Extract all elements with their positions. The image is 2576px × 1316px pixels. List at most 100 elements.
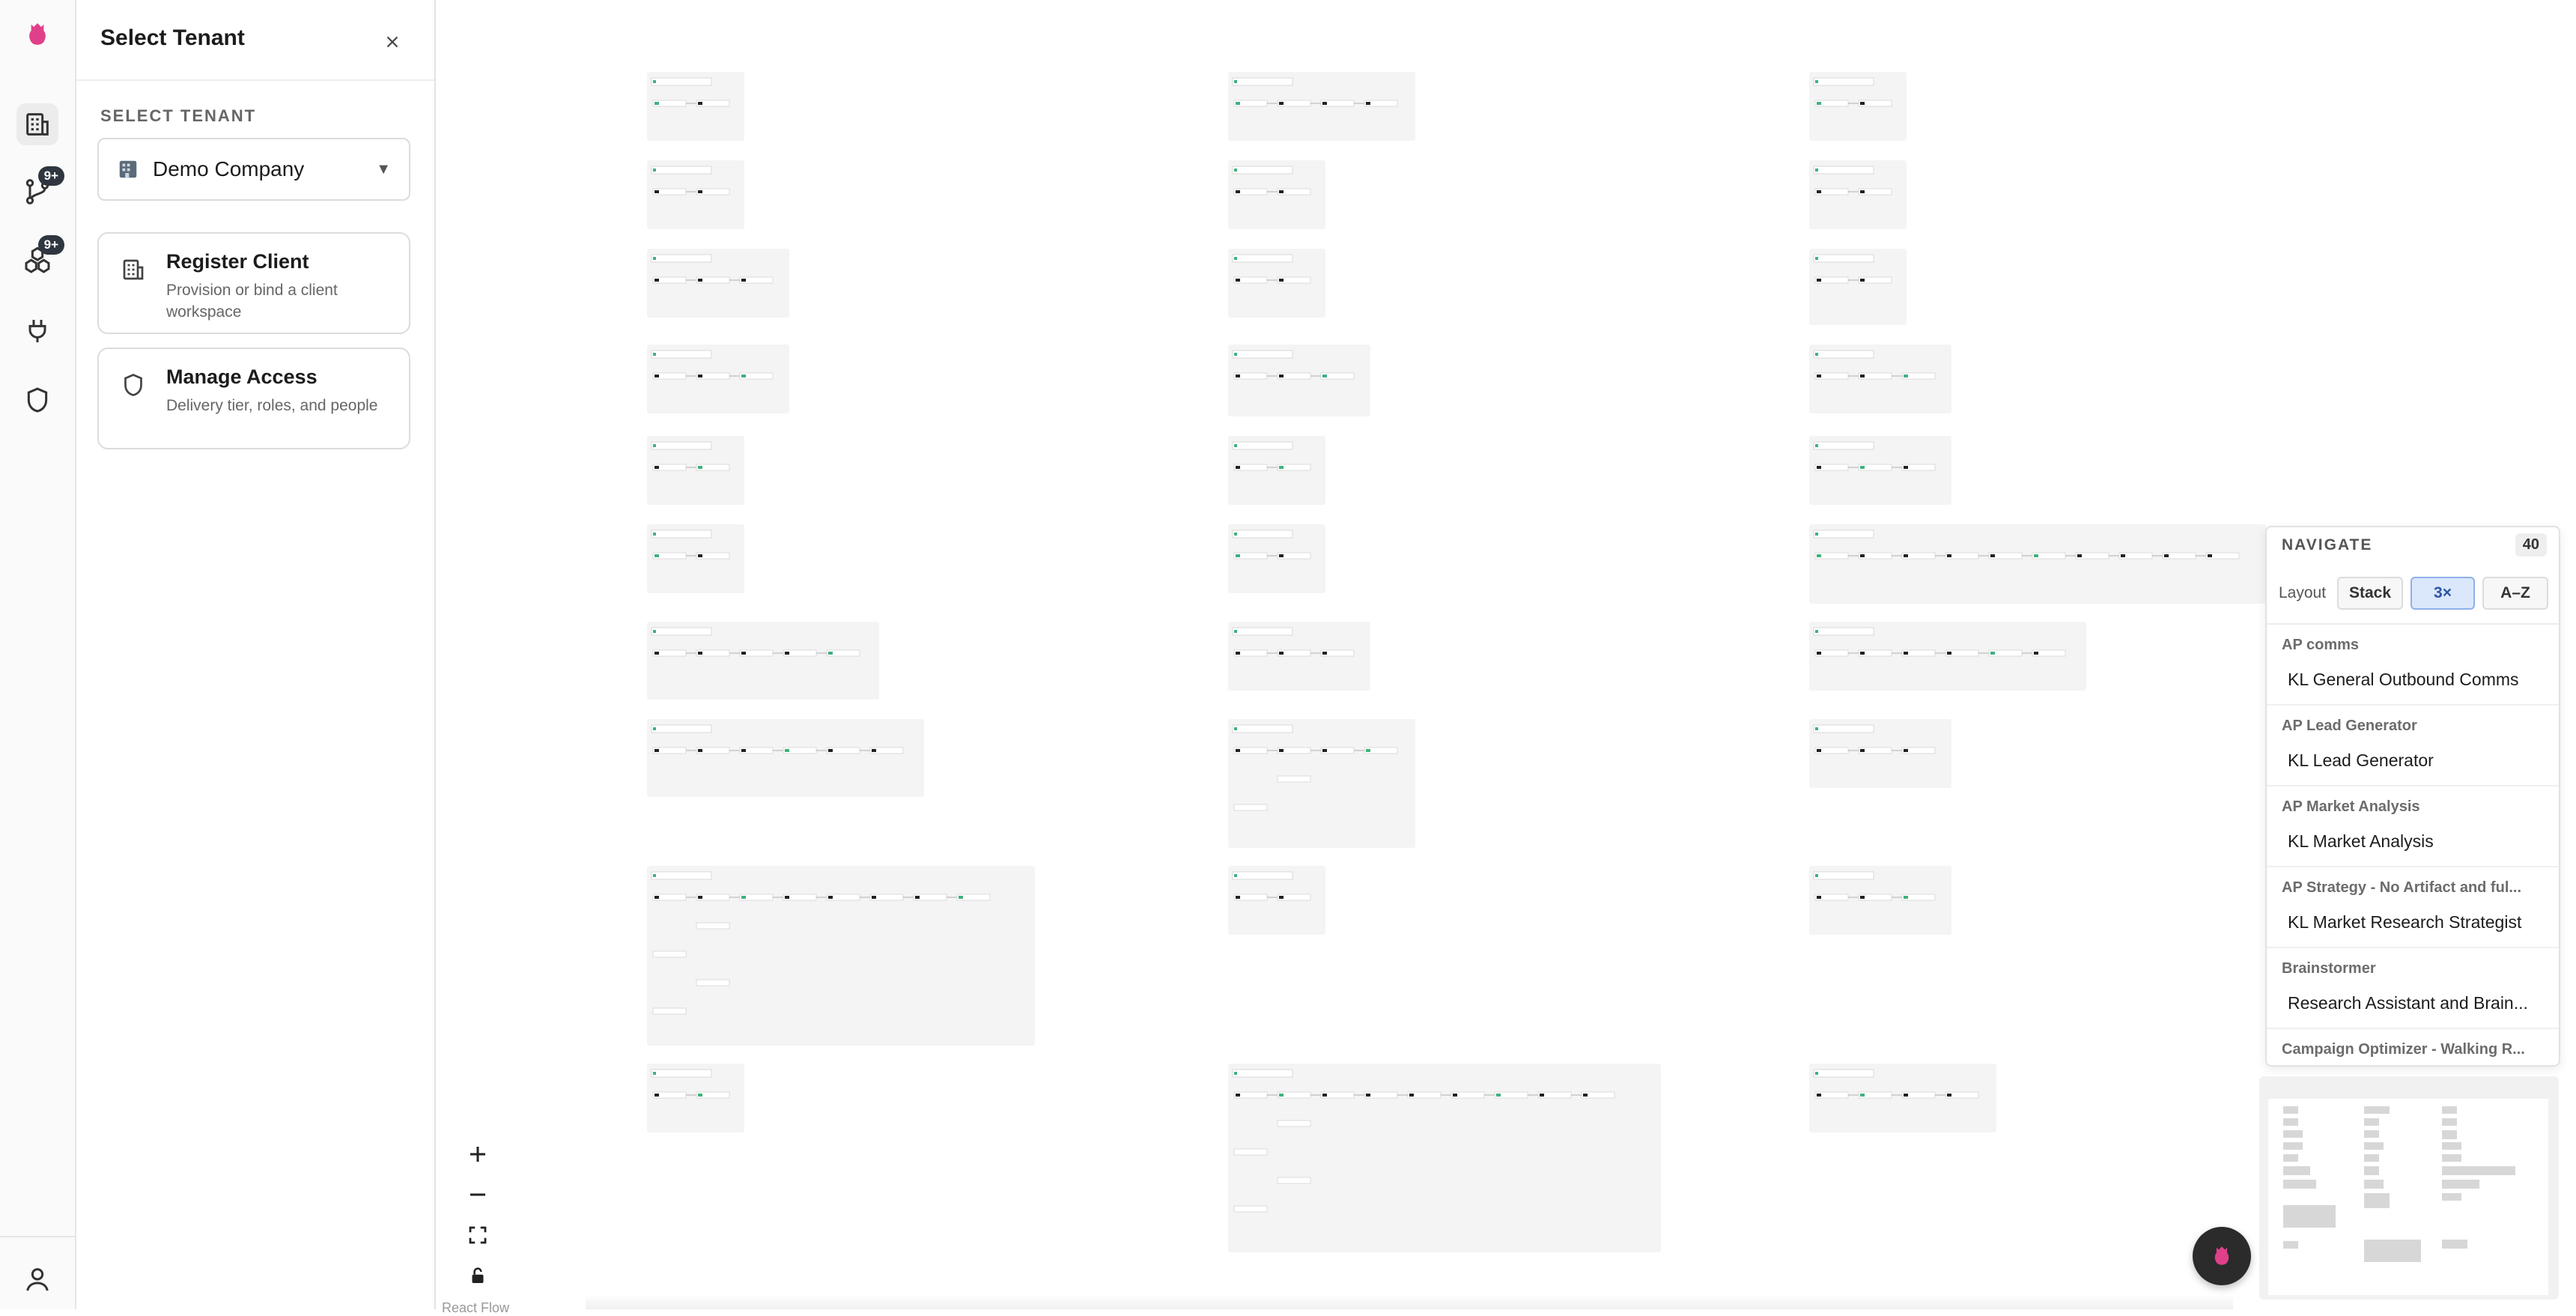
node-accent [1234,727,1237,730]
lock-icon[interactable] [455,1255,500,1296]
workflow-group-node[interactable] [647,72,744,141]
card-title: Register Client [166,250,309,273]
workflow-preview [651,627,860,657]
node-card [1232,1069,1293,1078]
step-chip [698,652,702,655]
node-card [1813,724,1874,733]
step-node [1277,775,1311,783]
workflow-group-node[interactable] [647,524,744,593]
workflow-group-node[interactable] [1228,160,1325,229]
workflow-group-node[interactable] [1228,249,1325,318]
step-chip [1322,749,1327,752]
workflow-group-node[interactable] [647,160,744,229]
step-chip [1860,279,1865,282]
brand-logo-icon[interactable] [16,13,58,55]
node-accent [653,727,656,730]
brand-logo-icon [2214,1246,2229,1265]
fit-view-icon[interactable] [455,1215,500,1255]
close-icon[interactable] [377,27,407,57]
workflow-group-node[interactable] [647,866,1035,1046]
node-card [651,441,712,450]
workflow-group-node[interactable] [1228,436,1325,505]
workflow-group-node[interactable] [647,719,924,797]
manage-access-card[interactable]: Manage Access Delivery tier, roles, and … [97,348,410,449]
workflow-group-node[interactable] [1809,622,2086,691]
workflow-group-node[interactable] [1228,866,1325,935]
workflow-group-node[interactable] [1228,719,1415,848]
navigate-title: NAVIGATE [2282,536,2373,554]
step-chip [654,279,659,282]
layout-stack-button[interactable]: Stack [2337,577,2403,610]
register-client-card[interactable]: Register Client Provision or bind a clie… [97,232,410,334]
step-chip [1817,749,1821,752]
workflow-group-node[interactable] [1809,436,1951,505]
zoom-out-icon[interactable] [455,1174,500,1215]
rail-integrations-button[interactable] [16,310,58,352]
step-node [1277,1120,1311,1127]
rail-security-button[interactable] [16,379,58,421]
workflow-preview [1813,627,2066,657]
node-card [1813,1069,1874,1078]
node-accent [1815,630,1818,633]
layout-3x-button[interactable]: 3× [2411,577,2475,610]
layout-az-button[interactable]: A–Z [2482,577,2548,610]
step-chip [741,279,746,282]
rail-tenants-button[interactable] [16,103,58,145]
workflow-group-node[interactable] [1228,72,1415,141]
notification-badge: 9+ [37,166,64,186]
flow-canvas[interactable] [436,0,2576,1309]
workflow-group-node[interactable] [1809,345,1951,413]
nav-workflow-item[interactable]: KL Lead Generator [2288,751,2542,771]
nav-workflow-item[interactable]: KL General Outbound Comms [2288,670,2542,690]
zoom-in-icon[interactable] [455,1134,500,1174]
workflow-group-node[interactable] [647,436,744,505]
step-chip [1279,375,1284,377]
node-card [1813,627,1874,636]
nav-workflow-item[interactable]: KL Market Analysis [2288,831,2542,852]
react-flow-attribution[interactable]: React Flow [442,1300,509,1316]
step-chip [698,466,702,469]
tenant-panel: Select Tenant SELECT TENANT Demo Company… [76,0,436,1309]
divider [2267,866,2559,867]
workflow-group-node[interactable] [1809,160,1907,229]
workflow-group-node[interactable] [647,345,789,413]
workflow-group-node[interactable] [1228,345,1370,416]
minimap[interactable] [2259,1076,2559,1300]
workflow-group-node[interactable] [1228,1064,1661,1252]
rail-components-button[interactable]: 9+ [16,235,64,282]
workflow-group-node[interactable] [647,622,879,700]
workflow-group-node[interactable] [1809,1064,1996,1132]
workflow-group-node[interactable] [1228,622,1370,691]
workflow-preview [1813,530,2240,560]
workflow-group-node[interactable] [647,249,789,318]
node-card [1813,254,1874,263]
workflow-group-node[interactable] [1809,249,1907,325]
workflow-group-node[interactable] [1809,72,1907,141]
step-chip [1817,375,1821,377]
workflow-group-node[interactable] [1228,524,1325,593]
user-account-button[interactable] [16,1258,58,1300]
step-chip [828,652,833,655]
rail-workflows-button[interactable]: 9+ [16,166,64,213]
navigate-panel: NAVIGATE 40 Layout Stack 3× A–Z AP comms… [2265,526,2560,1067]
workflow-group-node[interactable] [1809,524,2266,604]
step-chip [1236,102,1240,105]
workflow-preview [651,724,904,754]
node-accent [1815,353,1818,356]
nav-group-label: Campaign Optimizer - Walking R... [2282,1041,2525,1058]
divider [2267,623,2559,625]
workflow-preview [1813,254,1892,284]
nav-workflow-item[interactable]: KL Market Research Strategist [2288,912,2542,933]
node-card [1232,871,1293,880]
workflow-group-node[interactable] [1809,866,1951,935]
tenant-select[interactable]: Demo Company ▼ [97,138,410,201]
workflow-group-node[interactable] [647,1064,744,1132]
workflow-group-node[interactable] [1809,719,1951,788]
nav-workflow-item[interactable]: Research Assistant and Brain... [2288,993,2542,1013]
workflow-preview [651,441,730,471]
assistant-button[interactable] [2193,1227,2251,1285]
step-chip [1366,1094,1370,1097]
step-chip [1279,652,1284,655]
step-chip [1817,554,1821,557]
step-chip [1409,1094,1414,1097]
